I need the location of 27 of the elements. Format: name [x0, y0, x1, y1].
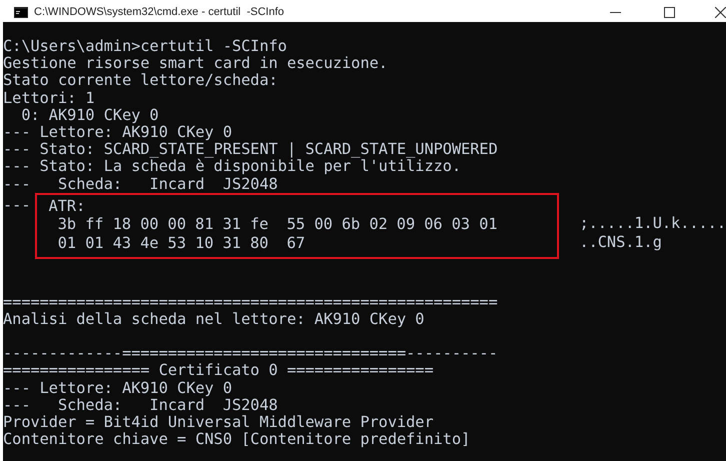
- close-icon[interactable]: [715, 6, 726, 18]
- console-line: --- Stato: La scheda è disponibile per l'utilizzo.: [3, 157, 461, 176]
- console-line: 3b ff 18 00 00 81 31 fe 55 00 6b 02 09 06 03 01: [56, 215, 498, 234]
- console-line: 0: AK910 CKey 0: [20, 106, 159, 124]
- window-title: C:\WINDOWS\system32\cmd.exe - certutil -SCInfo: [34, 6, 285, 18]
- console-line: ;.....1.U.k.....: [579, 214, 726, 232]
- terminal-icon: [14, 6, 28, 18]
- maximize-icon[interactable]: [664, 6, 674, 18]
- console-line: --- Lettore: AK910 CKey 0: [3, 122, 232, 141]
- console-line: Stato corrente lettore/scheda:: [3, 71, 278, 90]
- console-line: --- Lettore: AK910 CKey 0: [3, 378, 232, 396]
- console-line: 01 01 43 4e 53 10 31 80 67: [56, 234, 306, 252]
- console-line: --- Scheda: Incard JS2048: [3, 174, 278, 192]
- console-line: ..CNS.1.g: [579, 232, 662, 251]
- console-line: ---: [3, 196, 30, 214]
- console-line: --- Stato: SCARD_STATE_PRESENT | SCARD_STATE_UNPOWERED: [3, 140, 498, 158]
- console-line: Contenitore chiave = CNS0 [Contenitore predefinito]: [3, 430, 470, 448]
- console-line: ================ Certificato 0 ================: [3, 361, 434, 380]
- console-line: Gestione risorse smart card in esecuzione.: [3, 54, 388, 72]
- console-line: ======================================================: [3, 292, 498, 311]
- console-line: Analisi della scheda nel lettore: AK910 CKey 0: [3, 310, 424, 328]
- console-line: Provider = Bit4id Universal Middleware Provider: [3, 412, 434, 431]
- console-line: --- Scheda: Incard JS2048: [3, 396, 278, 414]
- console-line: -------------===============================----------: [3, 344, 498, 362]
- console-line: Lettori: 1: [3, 88, 95, 107]
- console-line: ATR:: [48, 196, 86, 215]
- console-line: C:\Users\admin>certutil -SCInfo: [3, 37, 287, 55]
